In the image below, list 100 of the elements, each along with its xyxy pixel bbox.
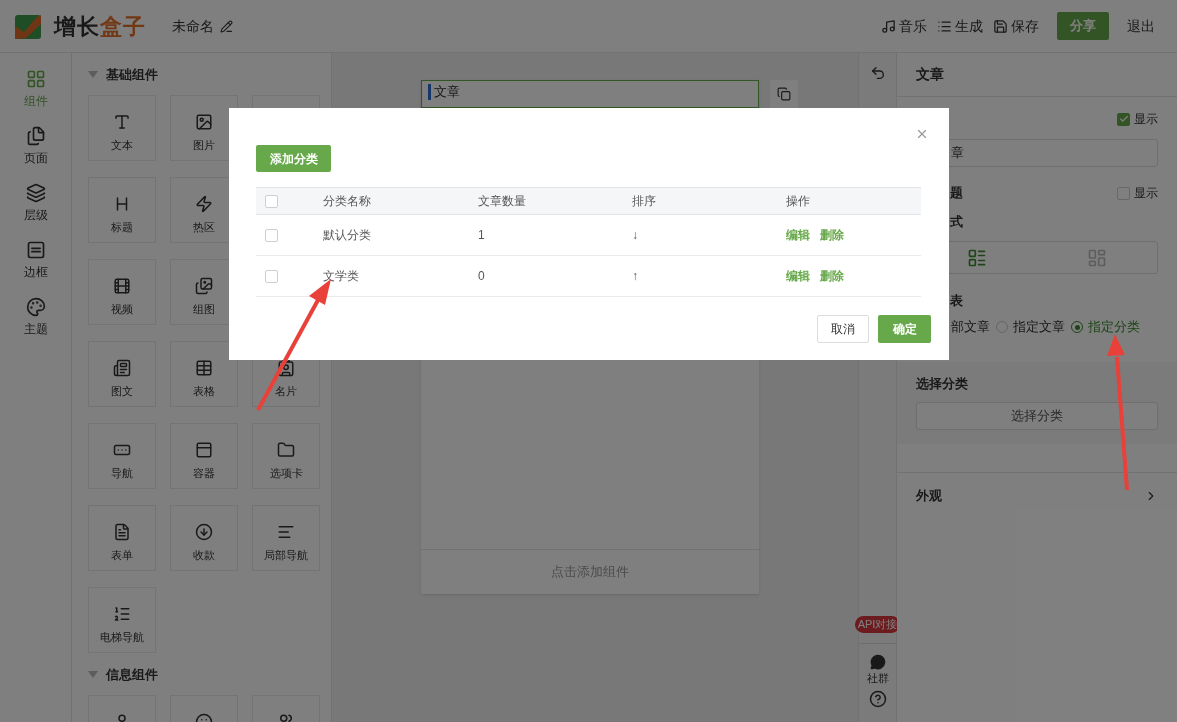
checkbox[interactable] bbox=[1117, 186, 1130, 200]
tile-label: 热区 bbox=[193, 220, 215, 235]
add-category-button[interactable]: 添加分类 bbox=[256, 145, 331, 172]
toolbar-button[interactable]: 保存 bbox=[993, 15, 1039, 37]
checkbox[interactable] bbox=[265, 228, 278, 242]
palette-icon bbox=[25, 297, 46, 317]
chat-icon[interactable] bbox=[869, 653, 886, 670]
column-header: 文章数量 bbox=[478, 193, 527, 210]
film-icon bbox=[113, 277, 131, 295]
toolbar-button[interactable]: 生成 bbox=[937, 15, 983, 37]
field-label: 题 bbox=[950, 184, 963, 203]
tile-label: 表格 bbox=[193, 384, 215, 399]
section-title: 信息组件 bbox=[106, 666, 158, 685]
document-title: 未命名 bbox=[172, 16, 214, 36]
component-tile[interactable]: 表单 bbox=[88, 505, 156, 571]
option-label: 显示 bbox=[1134, 111, 1158, 128]
component-tile[interactable]: 电梯导航 bbox=[88, 587, 156, 653]
tile-label: 图片 bbox=[193, 138, 215, 153]
tile-label: 局部导航 bbox=[264, 548, 308, 563]
lines-icon bbox=[277, 523, 295, 541]
rail-tab[interactable]: 层级 bbox=[23, 183, 48, 224]
tile-label: 名片 bbox=[275, 384, 297, 399]
grid-icon bbox=[25, 69, 46, 89]
confirm-button[interactable]: 确定 bbox=[878, 315, 931, 343]
component-tile[interactable]: 标题 bbox=[88, 177, 156, 243]
cancel-button[interactable]: 取消 bbox=[817, 315, 869, 343]
tile-label: 表单 bbox=[111, 548, 133, 563]
component-tile[interactable]: 局部导航 bbox=[252, 505, 320, 571]
checkbox[interactable] bbox=[265, 194, 278, 208]
panel-title: 文章 bbox=[916, 65, 944, 84]
field-label: 表 bbox=[950, 292, 964, 310]
folder-icon bbox=[277, 441, 295, 459]
column-header: 排序 bbox=[632, 193, 657, 210]
delete-link[interactable]: 删除 bbox=[820, 267, 844, 285]
image-icon bbox=[195, 113, 213, 131]
community-label[interactable]: 社群 bbox=[866, 669, 889, 686]
tile-label: 图文 bbox=[111, 384, 133, 399]
tile-label: 视频 bbox=[111, 302, 133, 317]
select-category-button[interactable]: 选择分类 bbox=[916, 401, 1158, 430]
checkbox[interactable] bbox=[1117, 112, 1130, 126]
rail-tab[interactable]: 主题 bbox=[23, 297, 48, 338]
component-tile[interactable]: 文本 bbox=[88, 95, 156, 161]
table-icon bbox=[195, 359, 213, 377]
undo-icon[interactable] bbox=[869, 65, 886, 81]
caret-icon[interactable] bbox=[88, 71, 98, 79]
option-label: 显示 bbox=[1134, 185, 1158, 202]
component-tile[interactable]: 收款 bbox=[170, 505, 238, 571]
edit-link[interactable]: 编辑 bbox=[786, 226, 810, 244]
lightning-icon bbox=[195, 195, 213, 213]
frame-icon bbox=[25, 240, 46, 260]
tile-label: 电梯导航 bbox=[100, 630, 144, 645]
tile-label: 容器 bbox=[193, 466, 215, 481]
component-tile[interactable]: 图文 bbox=[88, 341, 156, 407]
component-tile[interactable]: 导航 bbox=[88, 423, 156, 489]
brand-name: 增长盒子 bbox=[54, 12, 146, 41]
caret-icon[interactable] bbox=[88, 671, 98, 679]
component-tile[interactable]: 视频 bbox=[88, 259, 156, 325]
tile-label: 选项卡 bbox=[269, 466, 303, 481]
grid-icon bbox=[1087, 247, 1107, 268]
checkbox[interactable] bbox=[265, 269, 278, 283]
table-cell-text: 默认分类 bbox=[323, 227, 372, 244]
pages-icon bbox=[25, 126, 46, 146]
text-icon bbox=[113, 113, 131, 131]
rail-tab[interactable]: 边框 bbox=[23, 240, 48, 281]
sort-button[interactable]: ↑ bbox=[632, 267, 638, 285]
help-icon[interactable] bbox=[868, 690, 887, 708]
copy-icon bbox=[777, 87, 791, 101]
column-header: 分类名称 bbox=[323, 193, 372, 210]
delete-link[interactable]: 删除 bbox=[820, 226, 844, 244]
rail-tab[interactable]: 页面 bbox=[23, 126, 48, 167]
table-cell-text: 0 bbox=[478, 268, 486, 285]
component-tile[interactable]: 表格 bbox=[170, 341, 238, 407]
logo-icon bbox=[14, 12, 42, 40]
article-icon bbox=[113, 359, 131, 377]
component-tile[interactable]: 容器 bbox=[170, 423, 238, 489]
tile-label: 标题 bbox=[111, 220, 133, 235]
toolbar-button[interactable]: 音乐 bbox=[881, 15, 927, 37]
ordered-list-icon bbox=[113, 605, 131, 623]
edit-link[interactable]: 编辑 bbox=[786, 267, 810, 285]
block-title: 文章 bbox=[428, 84, 460, 100]
sort-button[interactable]: ↓ bbox=[632, 226, 638, 244]
radio-option[interactable]: 指定文章 bbox=[996, 317, 1065, 337]
section-title: 基础组件 bbox=[106, 66, 158, 85]
music-icon bbox=[881, 18, 896, 34]
layers-icon bbox=[25, 183, 46, 203]
save-icon bbox=[993, 18, 1008, 34]
panel-icon bbox=[195, 441, 213, 459]
tile-label: 收款 bbox=[193, 548, 215, 563]
component-tile[interactable]: 选项卡 bbox=[252, 423, 320, 489]
copy-button[interactable] bbox=[770, 80, 798, 108]
document-icon bbox=[113, 523, 131, 541]
tile-label: 文本 bbox=[111, 138, 133, 153]
edit-icon[interactable] bbox=[220, 19, 233, 33]
exit-button[interactable]: 退出 bbox=[1127, 15, 1155, 37]
images-icon bbox=[195, 277, 213, 295]
list-icon bbox=[937, 18, 952, 34]
table-cell-text: 文学类 bbox=[323, 268, 360, 285]
list-icon bbox=[967, 247, 987, 268]
close-icon[interactable] bbox=[915, 127, 929, 141]
tile-label: 导航 bbox=[111, 466, 133, 481]
